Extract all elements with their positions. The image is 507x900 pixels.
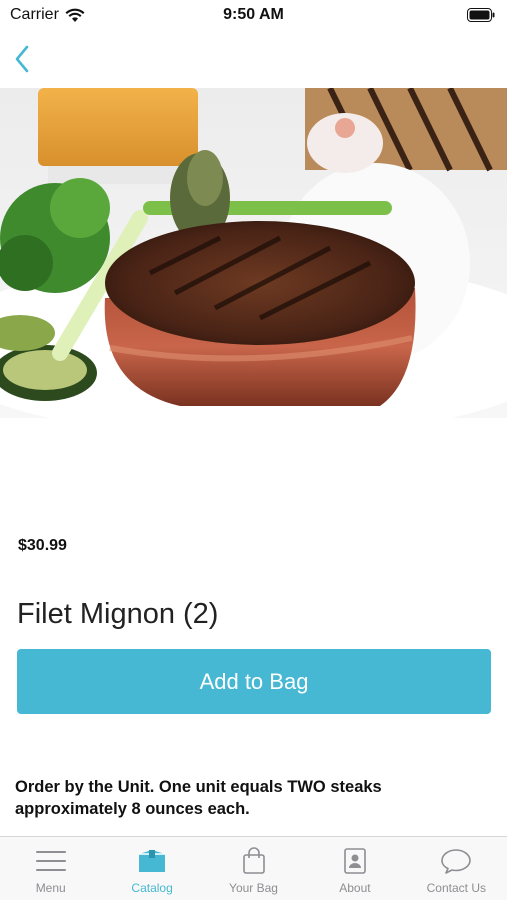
tab-about-label: About: [339, 881, 371, 895]
tab-your-bag-label: Your Bag: [229, 881, 278, 895]
tab-menu[interactable]: Menu: [0, 837, 101, 900]
add-to-bag-button[interactable]: Add to Bag: [17, 649, 491, 714]
product-image: [0, 88, 507, 418]
tab-menu-label: Menu: [35, 881, 66, 895]
tab-catalog-label: Catalog: [131, 881, 173, 895]
product-description: Order by the Unit. One unit equals TWO s…: [15, 778, 382, 818]
tab-bar: Menu Catalog Your Bag About Contact Us: [0, 836, 507, 900]
battery-icon: [467, 8, 495, 22]
status-bar: Carrier 9:50 AM: [0, 0, 507, 30]
tab-your-bag[interactable]: Your Bag: [203, 837, 304, 900]
tab-catalog[interactable]: Catalog: [101, 837, 202, 900]
back-button[interactable]: [4, 40, 40, 78]
tab-contact-us[interactable]: Contact Us: [406, 837, 507, 900]
box-icon: [135, 847, 169, 875]
tab-about[interactable]: About: [304, 837, 405, 900]
navigation-bar: [0, 30, 507, 88]
chevron-left-icon: [15, 45, 29, 73]
tab-contact-us-label: Contact Us: [426, 881, 486, 895]
contact-card-icon: [338, 847, 372, 875]
speech-bubble-icon: [439, 847, 473, 875]
shopping-bag-icon: [237, 847, 271, 875]
product-title: Filet Mignon (2): [17, 598, 219, 630]
product-price: $30.99: [18, 537, 67, 554]
hamburger-menu-icon: [34, 847, 68, 875]
status-time: 9:50 AM: [223, 6, 284, 23]
